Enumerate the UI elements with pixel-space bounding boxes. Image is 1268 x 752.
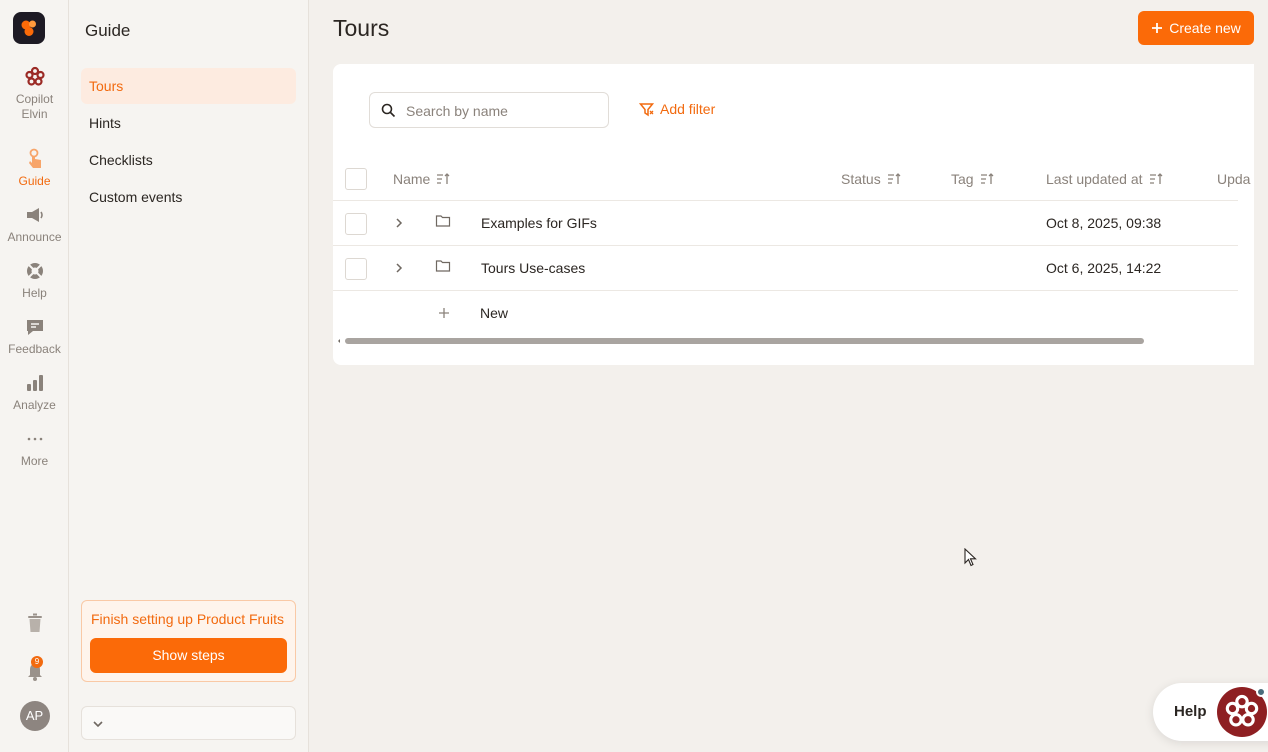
add-filter-label: Add filter xyxy=(660,101,716,117)
notifications-button[interactable]: 9 xyxy=(0,656,69,682)
row-updated: Oct 6, 2025, 14:22 xyxy=(1046,260,1162,276)
plus-icon xyxy=(439,308,449,318)
sort-icon xyxy=(980,173,994,184)
help-widget-label: Help xyxy=(1174,703,1207,720)
column-header-updated-by[interactable]: Upda xyxy=(1217,171,1250,187)
copilot-flower-icon xyxy=(24,66,45,86)
setup-card: Finish setting up Product Fruits Show st… xyxy=(81,600,296,682)
row-name[interactable]: Examples for GIFs xyxy=(481,215,597,231)
row-divider xyxy=(333,290,1238,291)
tours-table-card: Search by name Add filter Name Status Ta… xyxy=(333,64,1254,365)
rail-label: Copilot Elvin xyxy=(15,92,54,121)
lifebuoy-icon xyxy=(26,263,43,279)
notification-count-badge: 9 xyxy=(31,656,43,668)
trash-button[interactable] xyxy=(0,612,69,634)
column-name-label: Name xyxy=(393,171,431,187)
row-checkbox[interactable] xyxy=(345,258,367,280)
row-checkbox[interactable] xyxy=(345,213,367,235)
rail-item-more[interactable]: More xyxy=(0,428,69,469)
rail-label: Feedback xyxy=(8,342,61,356)
row-divider xyxy=(333,245,1238,246)
logo-icon xyxy=(21,20,36,36)
search-placeholder: Search by name xyxy=(406,103,508,119)
column-tag-label: Tag xyxy=(951,171,974,187)
folder-icon xyxy=(435,260,451,272)
row-name[interactable]: Tours Use-cases xyxy=(481,260,585,276)
add-filter-button[interactable]: Add filter xyxy=(639,101,715,117)
plus-icon xyxy=(1152,23,1163,33)
feedback-bubble-icon xyxy=(26,320,43,335)
search-icon xyxy=(381,103,396,118)
sidebar-item-tours[interactable]: Tours xyxy=(81,68,296,104)
row-updated: Oct 8, 2025, 09:38 xyxy=(1046,215,1162,231)
rail-item-announce[interactable]: Announce xyxy=(0,204,69,245)
sort-icon xyxy=(887,173,901,184)
chevron-right-icon[interactable] xyxy=(393,262,405,274)
sidebar-item-custom-events[interactable]: Custom events xyxy=(81,179,296,215)
setup-text: Finish setting up Product Fruits xyxy=(91,611,284,627)
avatar: AP xyxy=(19,701,50,731)
guide-sidebar: Guide Tours Hints Checklists Custom even… xyxy=(69,0,309,752)
rail-label: Announce xyxy=(7,230,62,244)
sort-icon xyxy=(437,173,450,184)
rail-item-feedback[interactable]: Feedback xyxy=(0,316,69,357)
help-widget[interactable]: Help xyxy=(1153,683,1268,741)
page-title: Tours xyxy=(333,15,390,41)
create-new-label: Create new xyxy=(1169,20,1241,36)
sidebar-title: Guide xyxy=(85,21,131,40)
scrollbar-thumb[interactable] xyxy=(345,338,1144,344)
search-input[interactable]: Search by name xyxy=(369,92,609,128)
sort-icon xyxy=(1149,173,1162,184)
rail-item-help[interactable]: Help xyxy=(0,260,69,301)
new-row-label: New xyxy=(480,305,509,321)
user-menu[interactable]: AP xyxy=(0,701,69,731)
workspace-selector[interactable] xyxy=(81,706,296,740)
chevron-right-icon[interactable] xyxy=(393,217,405,229)
app-logo[interactable] xyxy=(13,12,45,44)
bar-chart-icon xyxy=(26,375,43,391)
rail-label: Analyze xyxy=(13,398,56,412)
megaphone-icon xyxy=(26,208,43,222)
guide-hand-icon xyxy=(28,148,41,168)
sidebar-item-hints[interactable]: Hints xyxy=(81,105,296,141)
rail-label: More xyxy=(20,454,49,468)
rail-item-guide[interactable]: Guide xyxy=(0,148,69,189)
rail-item-copilot[interactable]: Copilot Elvin xyxy=(0,66,69,122)
copilot-flower-icon xyxy=(1225,694,1259,727)
sidebar-item-checklists[interactable]: Checklists xyxy=(81,142,296,178)
column-header-status[interactable]: Status xyxy=(841,171,901,187)
column-header-name[interactable]: Name xyxy=(393,171,450,187)
column-header-tag[interactable]: Tag xyxy=(951,171,994,187)
show-steps-button[interactable]: Show steps xyxy=(90,638,287,673)
create-new-button[interactable]: Create new xyxy=(1138,11,1254,45)
rail-label: Help xyxy=(22,286,47,300)
trash-icon xyxy=(27,613,42,632)
column-updated-by-label: Upda xyxy=(1217,171,1251,187)
rail-label: Guide xyxy=(18,174,51,188)
select-all-checkbox[interactable] xyxy=(345,168,367,190)
mouse-cursor-icon xyxy=(964,548,977,567)
column-header-last-updated[interactable]: Last updated at xyxy=(1046,171,1163,187)
app-rail: Copilot Elvin Guide Announce Help Feedba… xyxy=(0,0,69,752)
chevron-down-icon xyxy=(93,721,103,728)
scroll-left-icon[interactable] xyxy=(336,338,342,344)
ellipsis-icon xyxy=(27,437,42,441)
column-last-updated-label: Last updated at xyxy=(1046,171,1143,187)
filter-icon xyxy=(639,102,654,116)
folder-icon xyxy=(435,215,451,227)
header-divider xyxy=(333,200,1238,201)
column-status-label: Status xyxy=(841,171,881,187)
online-status-dot xyxy=(1256,687,1266,697)
rail-item-analyze[interactable]: Analyze xyxy=(0,372,69,413)
